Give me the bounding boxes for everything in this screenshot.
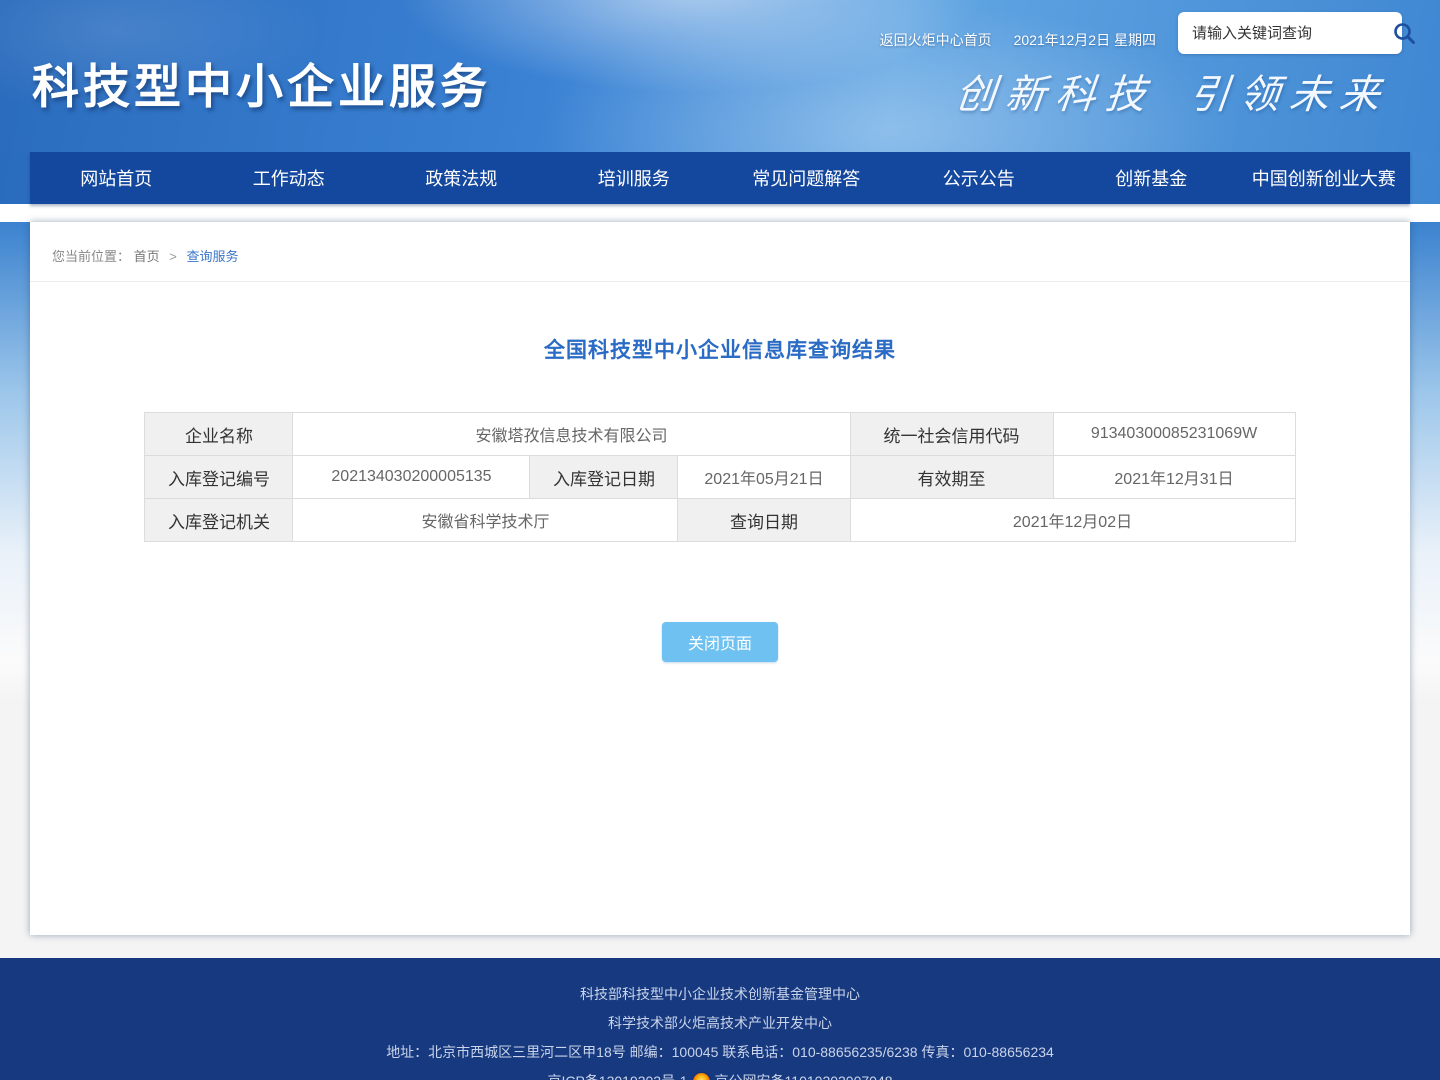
nav-item-training[interactable]: 培训服务 bbox=[548, 152, 721, 204]
registration-authority-value: 安徽省科学技术厅 bbox=[293, 499, 678, 542]
valid-until-label: 有效期至 bbox=[850, 456, 1053, 499]
registration-authority-label: 入库登记机关 bbox=[145, 499, 293, 542]
breadcrumb-home-link[interactable]: 首页 bbox=[134, 249, 160, 264]
return-torch-home-link[interactable]: 返回火炬中心首页 bbox=[880, 30, 992, 50]
main-nav: 网站首页 工作动态 政策法规 培训服务 常见问题解答 公示公告 创新基金 中国创… bbox=[30, 152, 1410, 204]
valid-until-value: 2021年12月31日 bbox=[1053, 456, 1295, 499]
search-icon[interactable] bbox=[1391, 20, 1417, 46]
table-row: 入库登记机关 安徽省科学技术厅 查询日期 2021年12月02日 bbox=[145, 499, 1295, 542]
table-row: 入库登记编号 202134030200005135 入库登记日期 2021年05… bbox=[145, 456, 1295, 499]
close-page-button[interactable]: 关闭页面 bbox=[662, 622, 778, 662]
footer-registration-line: 京ICP备13019302号-1 京公网安备11010202007048 bbox=[0, 1067, 1440, 1080]
query-date-value: 2021年12月02日 bbox=[850, 499, 1295, 542]
footer-address-line: 地址：北京市西城区三里河二区甲18号 邮编：100045 联系电话：010-88… bbox=[0, 1038, 1440, 1067]
breadcrumb-current-link[interactable]: 查询服务 bbox=[187, 249, 239, 264]
breadcrumb: 您当前位置： 首页 > 查询服务 bbox=[30, 222, 1410, 282]
nav-item-innovation-fund[interactable]: 创新基金 bbox=[1065, 152, 1238, 204]
nav-item-announcements[interactable]: 公示公告 bbox=[893, 152, 1066, 204]
site-slogan: 创新科技 引领未来 bbox=[953, 62, 1393, 120]
public-security-record-link[interactable]: 京公网安备11010202007048 bbox=[715, 1067, 893, 1080]
search-box bbox=[1178, 12, 1402, 54]
police-badge-icon bbox=[693, 1073, 710, 1080]
nav-background: 网站首页 工作动态 政策法规 培训服务 常见问题解答 公示公告 创新基金 中国创… bbox=[0, 152, 1440, 204]
enterprise-name-value: 安徽塔孜信息技术有限公司 bbox=[293, 413, 850, 456]
footer-org-line1: 科技部科技型中小企业技术创新基金管理中心 bbox=[0, 980, 1440, 1009]
top-bar: 返回火炬中心首页 2021年12月2日 星期四 bbox=[880, 12, 1402, 54]
search-input[interactable] bbox=[1192, 25, 1391, 42]
credit-code-value: 91340300085231069W bbox=[1053, 413, 1295, 456]
registration-date-value: 2021年05月21日 bbox=[678, 456, 850, 499]
registration-date-label: 入库登记日期 bbox=[530, 456, 678, 499]
nav-item-work-news[interactable]: 工作动态 bbox=[203, 152, 376, 204]
nav-item-competition[interactable]: 中国创新创业大赛 bbox=[1238, 152, 1411, 204]
query-date-label: 查询日期 bbox=[678, 499, 850, 542]
content-panel: 您当前位置： 首页 > 查询服务 全国科技型中小企业信息库查询结果 企业名称 安… bbox=[30, 222, 1410, 935]
site-header: 返回火炬中心首页 2021年12月2日 星期四 科技型中小企业服务 创新科技 引… bbox=[0, 0, 1440, 152]
site-logo: 科技型中小企业服务 bbox=[32, 48, 491, 117]
footer-org-line2: 科学技术部火炬高技术产业开发中心 bbox=[0, 1009, 1440, 1038]
nav-item-home[interactable]: 网站首页 bbox=[30, 152, 203, 204]
icp-record-link[interactable]: 京ICP备13019302号-1 bbox=[547, 1067, 687, 1080]
table-row: 企业名称 安徽塔孜信息技术有限公司 统一社会信用代码 9134030008523… bbox=[145, 413, 1295, 456]
slogan-part1: 创新科技 bbox=[953, 62, 1159, 120]
breadcrumb-prefix: 您当前位置： bbox=[52, 249, 130, 264]
enterprise-name-label: 企业名称 bbox=[145, 413, 293, 456]
page-title: 全国科技型中小企业信息库查询结果 bbox=[30, 334, 1410, 364]
slogan-part2: 引领未来 bbox=[1187, 62, 1393, 120]
nav-item-faq[interactable]: 常见问题解答 bbox=[720, 152, 893, 204]
nav-item-policies[interactable]: 政策法规 bbox=[375, 152, 548, 204]
credit-code-label: 统一社会信用代码 bbox=[850, 413, 1053, 456]
query-result-table: 企业名称 安徽塔孜信息技术有限公司 统一社会信用代码 9134030008523… bbox=[144, 412, 1295, 542]
current-date: 2021年12月2日 星期四 bbox=[1014, 30, 1156, 50]
registration-number-label: 入库登记编号 bbox=[145, 456, 293, 499]
site-footer: 科技部科技型中小企业技术创新基金管理中心 科学技术部火炬高技术产业开发中心 地址… bbox=[0, 958, 1440, 1080]
page-background: 您当前位置： 首页 > 查询服务 全国科技型中小企业信息库查询结果 企业名称 安… bbox=[0, 222, 1440, 958]
breadcrumb-separator: > bbox=[169, 249, 177, 264]
registration-number-value: 202134030200005135 bbox=[293, 456, 530, 499]
